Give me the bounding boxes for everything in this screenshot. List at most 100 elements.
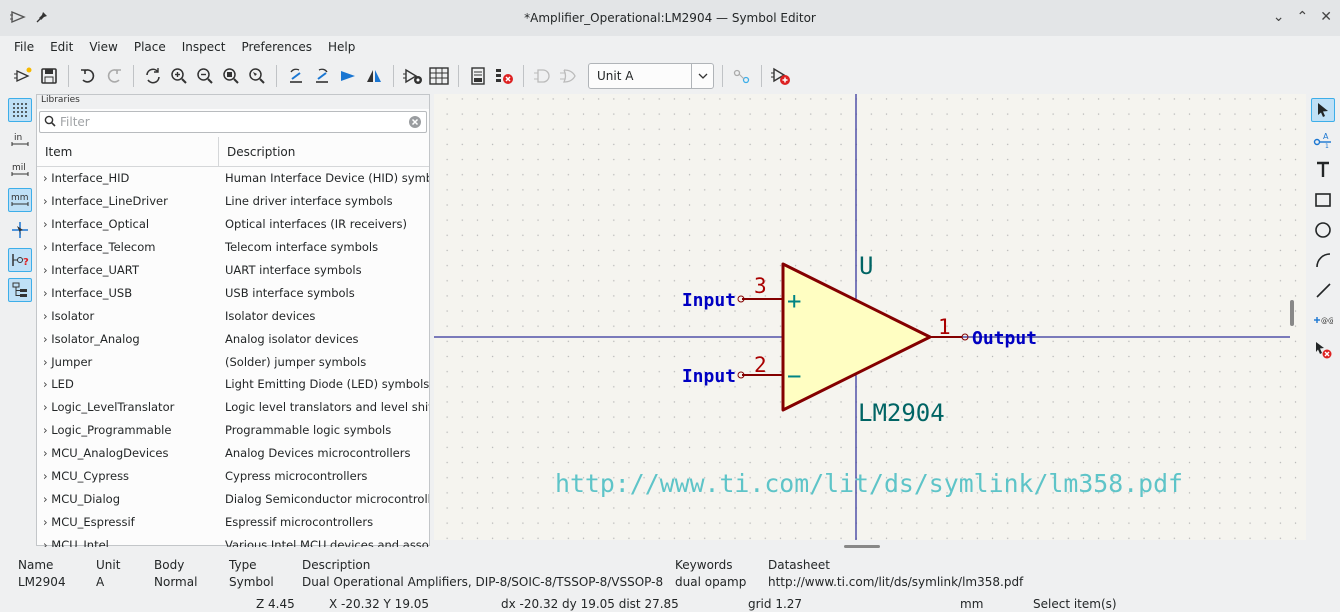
symbol-canvas[interactable]: + − 3 2 1 Input Input Output U LM2904 ht… [434,94,1306,540]
rectangle-icon[interactable] [1311,188,1335,212]
library-row[interactable]: › LED Light Emitting Diode (LED) symbols [37,373,429,396]
library-name[interactable]: › MCU_Espressif [37,515,219,529]
menu-edit[interactable]: Edit [42,40,81,54]
maximize-icon[interactable]: ⌃ [1297,9,1309,25]
library-name[interactable]: › Isolator [37,309,219,323]
rotate-cw-icon[interactable] [311,64,333,88]
scrollbar-thumb[interactable] [844,545,880,548]
library-row[interactable]: › Interface_LineDriver Line driver interf… [37,190,429,213]
menu-place[interactable]: Place [126,40,174,54]
select-icon[interactable] [1311,98,1335,122]
sync-pins-icon[interactable] [731,64,753,88]
pin-table-icon[interactable] [428,64,450,88]
library-row[interactable]: › Interface_USB USB interface symbols [37,281,429,304]
inches-icon[interactable]: in [8,128,32,152]
menu-preferences[interactable]: Preferences [233,40,320,54]
library-row[interactable]: › MCU_Dialog Dialog Semiconductor microco… [37,487,429,510]
canvas-drawing[interactable]: + − 3 2 1 Input Input Output U LM2904 ht… [434,94,1306,540]
check-icon[interactable] [493,64,515,88]
library-row[interactable]: › MCU_Espressif Espressif microcontroller… [37,510,429,533]
mils-icon[interactable]: mil [8,158,32,182]
datasheet-field[interactable]: http://www.ti.com/lit/ds/symlink/lm358.p… [555,469,1183,498]
library-name[interactable]: › MCU_Intel [37,538,219,547]
library-name[interactable]: › Interface_UART [37,263,219,277]
delete-icon[interactable] [1311,338,1335,362]
rotate-ccw-icon[interactable] [285,64,307,88]
library-name[interactable]: › Logic_LevelTranslator [37,400,219,414]
library-name[interactable]: › Interface_USB [37,286,219,300]
reference-field[interactable]: U [859,252,873,280]
pin-window-icon[interactable] [36,11,48,26]
library-row[interactable]: › Interface_Telecom Telecom interface sym… [37,236,429,259]
library-row[interactable]: › MCU_Intel Various Intel MCU devices and… [37,533,429,547]
redo-icon[interactable] [103,64,125,88]
library-row[interactable]: › Logic_Programmable Programmable logic s… [37,419,429,442]
library-name[interactable]: › Isolator_Analog [37,332,219,346]
hierarchy-icon[interactable] [8,278,32,302]
search-input[interactable]: Filter [60,115,90,129]
library-row[interactable]: › Isolator Isolator devices [37,304,429,327]
mirror-h-icon[interactable] [363,64,385,88]
library-row[interactable]: › Interface_HID Human Interface Device (H… [37,167,429,190]
anchor-icon[interactable]: @@ [1311,308,1335,332]
library-name[interactable]: › MCU_Cypress [37,469,219,483]
zoom-in-icon[interactable] [168,64,190,88]
library-row[interactable]: › Jumper (Solder) jumper symbols [37,350,429,373]
library-name[interactable]: › LED [37,377,219,391]
column-header-description[interactable]: Description [219,145,295,159]
minimize-icon[interactable]: ⌄ [1273,9,1285,25]
library-name[interactable]: › MCU_AnalogDevices [37,446,219,460]
library-name[interactable]: › Interface_Optical [37,217,219,231]
library-row[interactable]: › MCU_Cypress Cypress microcontrollers [37,465,429,488]
column-header-item[interactable]: Item [37,136,219,167]
library-row[interactable]: › Interface_UART UART interface symbols [37,259,429,282]
library-name[interactable]: › MCU_Dialog [37,492,219,506]
toolbar-separator [276,65,277,87]
pin-icon[interactable]: A1 [1311,128,1335,152]
menu-help[interactable]: Help [320,40,363,54]
library-name[interactable]: › Logic_Programmable [37,423,219,437]
horizontal-scrollbar[interactable] [434,540,1306,556]
de-morgan-standard-icon[interactable] [532,64,554,88]
add-to-schematic-icon[interactable] [770,64,792,88]
library-name[interactable]: › Interface_LineDriver [37,194,219,208]
cursor-icon[interactable] [8,218,32,242]
menu-inspect[interactable]: Inspect [174,40,234,54]
text-icon[interactable] [1311,158,1335,182]
close-icon[interactable]: ✕ [1320,9,1332,25]
library-name[interactable]: › Jumper [37,355,219,369]
menu-view[interactable]: View [81,40,125,54]
library-row[interactable]: › Isolator_Analog Analog isolator devices [37,327,429,350]
zoom-fit-icon[interactable] [220,64,242,88]
library-search-box[interactable]: Filter [39,111,427,133]
new-symbol-icon[interactable] [12,64,34,88]
zoom-out-icon[interactable] [194,64,216,88]
library-row[interactable]: › Logic_LevelTranslator Logic level trans… [37,396,429,419]
pin-type-icon[interactable]: ? [8,248,32,272]
zoom-selection-icon[interactable] [246,64,268,88]
clear-search-icon[interactable] [408,115,422,132]
circle-icon[interactable] [1311,218,1335,242]
refresh-icon[interactable] [142,64,164,88]
symbol-properties-icon[interactable] [402,64,424,88]
line-icon[interactable] [1311,278,1335,302]
de-morgan-alternate-icon[interactable] [558,64,580,88]
library-row[interactable]: › MCU_AnalogDevices Analog Devices microc… [37,442,429,465]
datasheet-icon[interactable] [467,64,489,88]
chevron-down-icon[interactable] [691,64,713,88]
menu-file[interactable]: File [6,40,42,54]
library-row[interactable]: › Interface_Optical Optical interfaces (I… [37,213,429,236]
grid-icon[interactable] [8,98,32,122]
library-name-label: MCU_Cypress [51,469,130,484]
save-icon[interactable] [38,64,60,88]
toolbar-separator [133,65,134,87]
library-name[interactable]: › Interface_Telecom [37,240,219,254]
mirror-v-icon[interactable] [337,64,359,88]
unit-selector[interactable]: Unit A [588,63,714,89]
vertical-scrollbar-thumb[interactable] [1290,300,1294,326]
value-field[interactable]: LM2904 [858,399,945,427]
library-name[interactable]: › Interface_HID [37,171,219,185]
arc-icon[interactable] [1311,248,1335,272]
millimeters-icon[interactable]: mm [8,188,32,212]
undo-icon[interactable] [77,64,99,88]
